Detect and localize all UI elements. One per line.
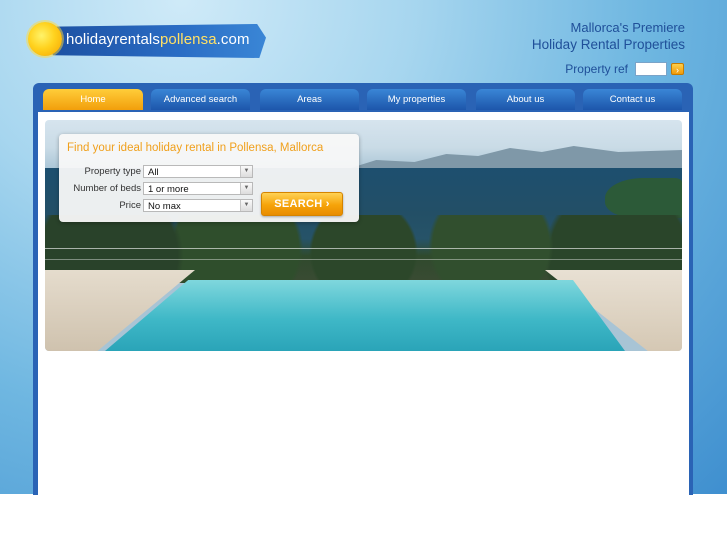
property-type-value: All	[148, 167, 159, 178]
beds-label: Number of beds	[73, 183, 141, 194]
search-row-price: Price No max ▼	[59, 199, 259, 213]
beds-value: 1 or more	[148, 184, 189, 195]
chevron-down-icon: ▼	[240, 166, 252, 177]
quick-search-panel: Find your ideal holiday rental in Pollen…	[59, 134, 359, 222]
price-label: Price	[119, 200, 141, 211]
search-heading: Find your ideal holiday rental in Pollen…	[67, 142, 324, 154]
logo-highlight: pollensa	[159, 31, 217, 48]
price-value: No max	[148, 201, 181, 212]
site-logo[interactable]: holidayrentalspollensa.com	[28, 18, 266, 64]
sun-icon	[28, 22, 62, 56]
tab-about-us[interactable]: About us	[476, 89, 575, 110]
hero-pool	[105, 280, 625, 351]
tab-contact-us[interactable]: Contact us	[583, 89, 682, 110]
logo-suffix: .com	[216, 31, 250, 48]
search-button[interactable]: SEARCH ›	[261, 192, 343, 216]
chevron-down-icon: ▼	[240, 183, 252, 194]
tagline: Mallorca's Premiere Holiday Rental Prope…	[532, 20, 685, 54]
tab-advanced-search[interactable]: Advanced search	[151, 89, 250, 110]
logo-prefix: holidayrentals	[66, 31, 160, 48]
main-nav: Home Advanced search Areas My properties…	[43, 89, 684, 111]
tab-my-properties[interactable]: My properties	[367, 89, 466, 110]
property-type-select[interactable]: All ▼	[143, 165, 253, 178]
property-ref-input[interactable]	[635, 62, 667, 76]
tab-home[interactable]: Home	[43, 89, 143, 110]
price-select[interactable]: No max ▼	[143, 199, 253, 212]
hero-railing	[45, 248, 682, 260]
property-ref-form: Property ref ›	[565, 61, 684, 77]
property-ref-go-button[interactable]: ›	[671, 63, 684, 75]
property-type-label: Property type	[84, 166, 142, 177]
property-ref-label: Property ref	[565, 62, 628, 76]
tab-areas[interactable]: Areas	[260, 89, 359, 110]
chevron-down-icon: ▼	[240, 200, 252, 211]
logo-text: holidayrentalspollensa.com	[66, 31, 250, 48]
tagline-line2: Holiday Rental Properties	[531, 37, 685, 52]
beds-select[interactable]: 1 or more ▼	[143, 182, 253, 195]
search-row-property-type: Property type All ▼	[59, 165, 259, 179]
search-row-beds: Number of beds 1 or more ▼	[59, 182, 259, 196]
tagline-line1: Mallorca's Premiere	[570, 20, 685, 35]
hero-islet	[605, 178, 682, 218]
